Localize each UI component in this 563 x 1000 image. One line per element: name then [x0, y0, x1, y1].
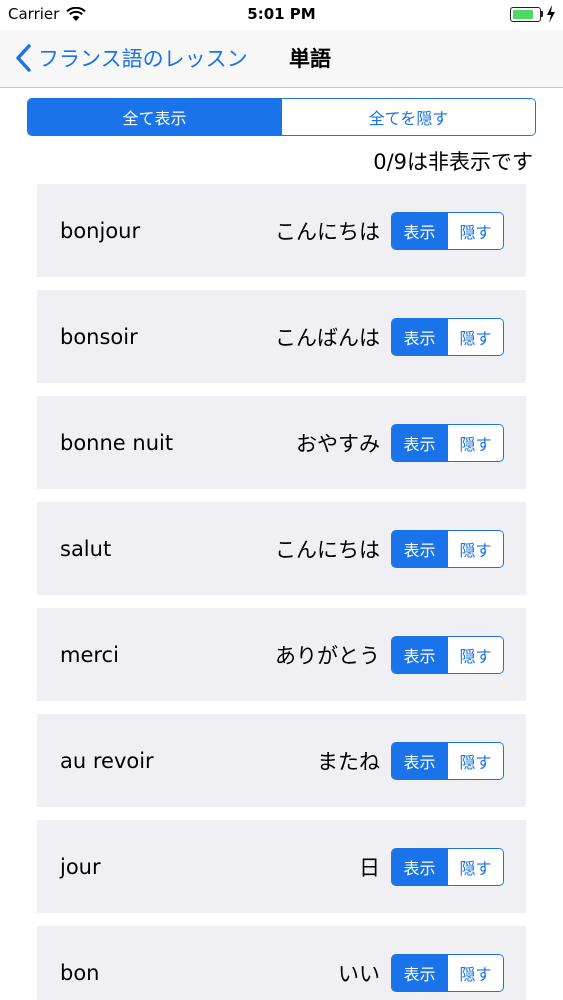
show-hide-toggle[interactable]: 表示 隠す	[391, 424, 504, 462]
french-word: bonjour	[60, 218, 141, 243]
french-word: jour	[60, 854, 101, 879]
hide-button[interactable]: 隠す	[447, 425, 503, 461]
french-word: bonne nuit	[60, 430, 174, 455]
show-all-button[interactable]: 全て表示	[28, 99, 281, 135]
battery-icon	[510, 7, 541, 22]
show-hide-toggle[interactable]: 表示 隠す	[391, 742, 504, 780]
french-word: au revoir	[60, 748, 154, 773]
show-button[interactable]: 表示	[392, 849, 447, 885]
japanese-meaning: こんにちは	[275, 537, 380, 562]
navigation-bar: フランス語のレッスン 単語	[0, 30, 563, 88]
show-hide-all-control[interactable]: 全て表示 全てを隠す	[27, 98, 536, 136]
show-hide-toggle[interactable]: 表示 隠す	[391, 318, 504, 356]
back-button[interactable]: フランス語のレッスン	[14, 38, 248, 78]
japanese-meaning: またね	[317, 749, 380, 774]
battery-nub	[541, 11, 543, 17]
word-list: bonjour こんにちは 表示 隠す bonsoir こんばんは 表示 隠す …	[37, 184, 526, 1000]
show-hide-toggle[interactable]: 表示 隠す	[391, 848, 504, 886]
japanese-meaning: おやすみ	[296, 431, 380, 456]
french-word: salut	[60, 536, 112, 561]
word-row: salut こんにちは 表示 隠す	[37, 502, 526, 595]
word-row: bonne nuit おやすみ 表示 隠す	[37, 396, 526, 489]
show-button[interactable]: 表示	[392, 743, 447, 779]
hidden-count-label: 0/9は非表示です	[373, 150, 533, 174]
hide-button[interactable]: 隠す	[447, 531, 503, 567]
show-button[interactable]: 表示	[392, 425, 447, 461]
french-word: merci	[60, 642, 119, 667]
word-row: bon いい 表示 隠す	[37, 926, 526, 1000]
japanese-meaning: こんばんは	[275, 325, 380, 350]
show-button[interactable]: 表示	[392, 319, 447, 355]
show-button[interactable]: 表示	[392, 531, 447, 567]
french-word: bonsoir	[60, 324, 138, 349]
hide-button[interactable]: 隠す	[447, 319, 503, 355]
back-button-label: フランス語のレッスン	[38, 47, 248, 71]
show-button[interactable]: 表示	[392, 637, 447, 673]
status-bar: Carrier 5:01 PM	[0, 0, 563, 30]
hide-all-button[interactable]: 全てを隠す	[281, 99, 535, 135]
word-row: bonsoir こんばんは 表示 隠す	[37, 290, 526, 383]
chevron-left-icon	[16, 44, 31, 72]
show-hide-toggle[interactable]: 表示 隠す	[391, 212, 504, 250]
page-title: 単語	[289, 47, 331, 71]
show-hide-toggle[interactable]: 表示 隠す	[391, 636, 504, 674]
hide-button[interactable]: 隠す	[447, 743, 503, 779]
show-hide-toggle[interactable]: 表示 隠す	[391, 530, 504, 568]
japanese-meaning: いい	[338, 961, 380, 986]
word-row: merci ありがとう 表示 隠す	[37, 608, 526, 701]
french-word: bon	[60, 960, 100, 985]
word-row: jour 日 表示 隠す	[37, 820, 526, 913]
show-hide-toggle[interactable]: 表示 隠す	[391, 954, 504, 992]
status-time: 5:01 PM	[247, 5, 316, 23]
hide-button[interactable]: 隠す	[447, 213, 503, 249]
show-button[interactable]: 表示	[392, 213, 447, 249]
word-row: bonjour こんにちは 表示 隠す	[37, 184, 526, 277]
hide-button[interactable]: 隠す	[447, 955, 503, 991]
hide-button[interactable]: 隠す	[447, 849, 503, 885]
word-row: au revoir またね 表示 隠す	[37, 714, 526, 807]
japanese-meaning: こんにちは	[275, 219, 380, 244]
show-button[interactable]: 表示	[392, 955, 447, 991]
hide-button[interactable]: 隠す	[447, 637, 503, 673]
charging-bolt-icon	[547, 5, 555, 23]
japanese-meaning: 日	[359, 855, 380, 880]
japanese-meaning: ありがとう	[275, 643, 380, 668]
